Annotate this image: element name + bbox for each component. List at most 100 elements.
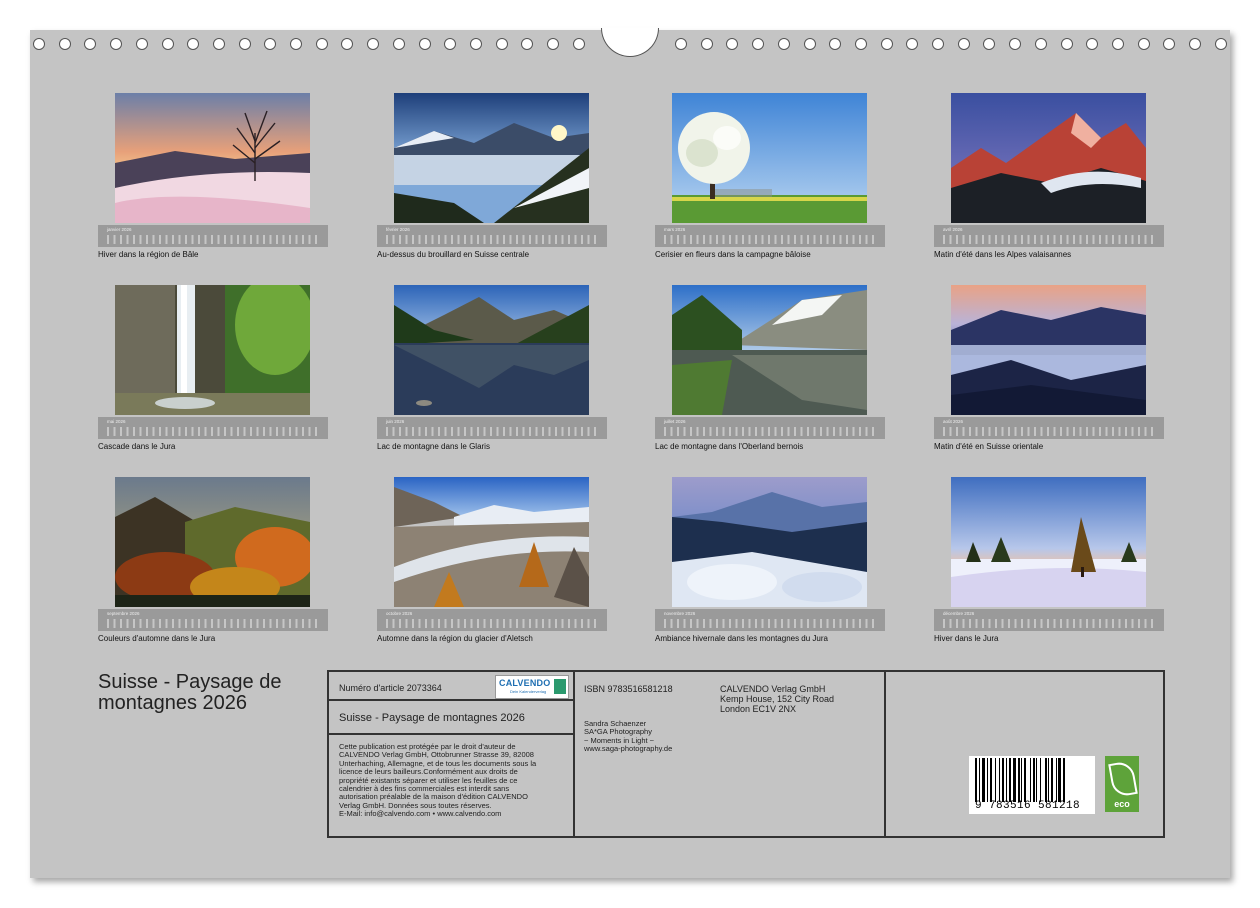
binding-hole bbox=[341, 38, 354, 50]
month-juin: juin 2026 Lac de montagne dans le Glaris bbox=[377, 285, 607, 451]
info-subtitle: Suisse - Paysage de montagnes 2026 bbox=[339, 712, 525, 724]
hanger-notch bbox=[601, 28, 659, 57]
day-numbers bbox=[943, 427, 1153, 436]
binding-hole bbox=[803, 38, 816, 50]
binding-hole bbox=[854, 38, 867, 50]
barcode-bar bbox=[987, 758, 989, 802]
binding-hole bbox=[1086, 38, 1099, 50]
leaf-icon bbox=[1108, 760, 1138, 798]
binding-hole bbox=[33, 38, 45, 50]
month-calendar-strip: août 2026 bbox=[934, 417, 1164, 439]
binding-hole bbox=[315, 38, 328, 50]
binding-hole bbox=[290, 38, 302, 50]
binding-hole bbox=[1214, 38, 1227, 50]
month-aout: août 2026 Matin d'été en Suisse orientale bbox=[934, 285, 1164, 451]
binding-hole bbox=[187, 38, 200, 50]
barcode-bar bbox=[975, 758, 977, 802]
legal-notice: Cette publication est protégée par le dr… bbox=[339, 742, 569, 819]
binding-hole bbox=[752, 38, 765, 50]
barcode-bar bbox=[1051, 758, 1053, 802]
logo-mark-icon bbox=[554, 679, 566, 694]
eco-badge: eco bbox=[1105, 756, 1139, 812]
month-septembre: septembre 2026 Couleurs d'automne dans le… bbox=[98, 477, 328, 643]
barcode-bar bbox=[999, 758, 1001, 802]
binding-hole bbox=[58, 38, 71, 50]
binding-hole bbox=[880, 38, 893, 50]
binding-hole bbox=[367, 38, 380, 50]
isbn: ISBN 9783516581218 bbox=[584, 684, 673, 694]
binding-hole bbox=[675, 38, 687, 50]
day-numbers bbox=[664, 619, 874, 628]
month-calendar-strip: novembre 2026 bbox=[655, 609, 885, 631]
binding-hole bbox=[1111, 38, 1124, 50]
month-photo bbox=[394, 285, 589, 415]
binding-hole bbox=[238, 38, 251, 50]
month-label: décembre 2026 bbox=[943, 611, 975, 616]
binding-hole bbox=[1137, 38, 1150, 50]
binding-hole bbox=[84, 38, 97, 50]
binding-hole bbox=[392, 38, 405, 50]
month-label: juin 2026 bbox=[386, 419, 405, 424]
barcode-bar bbox=[1063, 758, 1066, 802]
month-caption: Lac de montagne dans le Glaris bbox=[377, 442, 490, 451]
binding-hole bbox=[1189, 38, 1201, 50]
day-numbers bbox=[386, 619, 596, 628]
text-line: E-Mail: info@calvendo.com • www.calvendo… bbox=[339, 809, 502, 819]
binding-hole bbox=[495, 38, 508, 50]
day-numbers bbox=[107, 427, 317, 436]
barcode-bar bbox=[1001, 758, 1004, 802]
binding-hole bbox=[161, 38, 174, 50]
text-line: Kemp House, 152 City Road bbox=[720, 694, 835, 704]
month-janvier: janvier 2026 Hiver dans la région de Bâle bbox=[98, 93, 328, 259]
month-label: mars 2026 bbox=[664, 227, 686, 232]
barcode-bar bbox=[982, 758, 986, 802]
month-octobre: octobre 2026 Automne dans la région du gl… bbox=[377, 477, 607, 643]
month-label: septembre 2026 bbox=[107, 611, 140, 616]
binding-hole bbox=[829, 38, 842, 50]
binding-hole bbox=[983, 38, 996, 50]
info-box: Numéro d'article 2073364 CALVENDO Dein K… bbox=[327, 670, 1165, 838]
month-calendar-strip: mai 2026 bbox=[98, 417, 328, 439]
binding-hole bbox=[547, 38, 559, 50]
day-numbers bbox=[107, 619, 317, 628]
barcode-bar bbox=[1021, 758, 1023, 802]
barcode: 9 783516 581218 bbox=[969, 756, 1095, 814]
barcode-bar bbox=[978, 758, 980, 802]
month-label: novembre 2026 bbox=[664, 611, 696, 616]
binding-hole bbox=[212, 38, 225, 50]
month-photo bbox=[394, 477, 589, 607]
text-line: London EC1V 2NX bbox=[720, 704, 797, 714]
day-numbers bbox=[386, 427, 596, 436]
text-line: www.saga-photography.de bbox=[584, 744, 673, 754]
day-numbers bbox=[664, 427, 874, 436]
binding-hole bbox=[700, 38, 713, 50]
month-caption: Au-dessus du brouillard en Suisse centra… bbox=[377, 250, 530, 259]
day-numbers bbox=[664, 235, 874, 244]
barcode-bar bbox=[1017, 758, 1020, 802]
month-photo bbox=[115, 93, 310, 223]
barcode-bar bbox=[1009, 758, 1012, 802]
month-decembre: décembre 2026 Hiver dans le Jura bbox=[934, 477, 1164, 643]
month-mars: mars 2026 Cerisier en fleurs dans la camp… bbox=[655, 93, 885, 259]
barcode-bar bbox=[1005, 758, 1007, 802]
text-line: CALVENDO Verlag GmbH bbox=[720, 684, 826, 694]
month-photo bbox=[951, 477, 1146, 607]
month-caption: Matin d'été dans les Alpes valaisannes bbox=[934, 250, 1072, 259]
month-caption: Cascade dans le Jura bbox=[98, 442, 176, 451]
binding-hole bbox=[469, 38, 482, 50]
month-calendar-strip: septembre 2026 bbox=[98, 609, 328, 631]
author-block: Sandra Schaenzer SA*GA Photography ~ Momen… bbox=[584, 719, 673, 754]
binding-hole bbox=[726, 38, 739, 50]
barcode-bar bbox=[1024, 758, 1027, 802]
month-caption: Automne dans la région du glacier d'Alet… bbox=[377, 634, 533, 643]
month-calendar-strip: décembre 2026 bbox=[934, 609, 1164, 631]
binding-hole bbox=[418, 38, 431, 50]
barcode-bar bbox=[1044, 758, 1047, 802]
calendar-title: Suisse - Paysage de montagnes 2026 bbox=[98, 671, 282, 714]
month-calendar-strip: janvier 2026 bbox=[98, 225, 328, 247]
barcode-bar bbox=[1013, 758, 1016, 802]
month-photo bbox=[951, 93, 1146, 223]
month-caption: Ambiance hivernale dans les montagnes du… bbox=[655, 634, 828, 643]
barcode-bars bbox=[975, 758, 1089, 802]
month-label: août 2026 bbox=[943, 419, 964, 424]
